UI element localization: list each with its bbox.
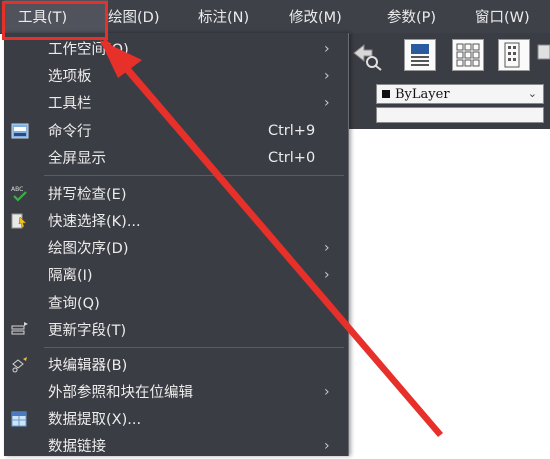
menu-tools[interactable]: 工具(T) (4, 0, 108, 33)
menu-item-data-links[interactable]: 数据链接 › (4, 432, 348, 459)
menu-item-label: 工具栏 (48, 96, 92, 112)
menu-item-label: 命令行 (48, 124, 92, 140)
menu-tools-label: 工具(T) (18, 10, 68, 26)
sheet-set-icon[interactable] (536, 41, 550, 71)
menu-modify-label: 修改(M) (289, 10, 342, 26)
menu-item-shortcut: Ctrl+9 (268, 122, 316, 139)
menu-item-isolate[interactable]: 隔离(I) › (4, 261, 348, 288)
linetype-field[interactable] (376, 107, 544, 123)
layer-value: ByLayer (395, 86, 450, 102)
menu-separator (44, 175, 344, 176)
chevron-right-icon: › (324, 383, 330, 400)
menu-item-command-line[interactable]: 命令行 Ctrl+9 (4, 117, 348, 144)
menu-item-xref-inplace-edit[interactable]: 外部参照和块在位编辑 › (4, 378, 348, 405)
tools-dropdown: 工作空间(O) › 选项板 › 工具栏 › 命令行 Ctrl+9 全屏显示 Ct… (4, 33, 349, 456)
menu-item-label: 查询(Q) (48, 296, 100, 312)
menu-window[interactable]: 窗口(W) (475, 0, 530, 33)
svg-text:ABC: ABC (11, 186, 23, 193)
menu-item-label: 工作空间(O) (48, 42, 129, 58)
update-fields-icon (10, 320, 30, 340)
block-editor-icon (10, 355, 30, 375)
data-extraction-icon (10, 409, 30, 429)
quick-select-icon (10, 211, 30, 231)
color-swatch-icon (382, 90, 390, 98)
menu-item-label: 绘图次序(D) (48, 241, 129, 257)
menu-item-label: 快速选择(K)... (48, 214, 141, 230)
design-center-icon[interactable] (452, 39, 484, 71)
menu-draw-label: 绘图(D) (108, 10, 160, 26)
menu-dimension-label: 标注(N) (198, 10, 250, 26)
chevron-right-icon: › (324, 94, 330, 111)
chevron-right-icon: › (324, 294, 330, 311)
layer-dropdown[interactable]: ByLayer ⌄ (376, 84, 544, 104)
menu-item-label: 数据提取(X)... (48, 412, 142, 428)
chevron-right-icon: › (324, 437, 330, 454)
menu-item-toolbars[interactable]: 工具栏 › (4, 89, 348, 116)
command-line-icon (10, 121, 30, 141)
menu-item-data-extraction[interactable]: 数据提取(X)... (4, 405, 348, 432)
menu-item-block-editor[interactable]: 块编辑器(B) (4, 351, 348, 378)
menu-bar: 工具(T) 绘图(D) 标注(N) 修改(M) 参数(P) 窗口(W) (0, 0, 550, 34)
menu-item-label: 拼写检查(E) (48, 187, 127, 203)
menu-separator (44, 347, 344, 348)
menu-parametric-label: 参数(P) (387, 10, 437, 26)
spell-check-icon: ABC (10, 184, 30, 204)
menu-draw[interactable]: 绘图(D) (108, 0, 159, 33)
menu-item-update-fields[interactable]: 更新字段(T) (4, 316, 348, 343)
toolbar (340, 33, 550, 80)
menu-item-label: 外部参照和块在位编辑 (48, 385, 193, 401)
menu-item-shortcut: Ctrl+0 (268, 149, 316, 166)
menu-parametric[interactable]: 参数(P) (387, 0, 436, 33)
menu-item-inquiry[interactable]: 查询(Q) › (4, 289, 348, 316)
menu-item-palettes[interactable]: 选项板 › (4, 62, 348, 89)
tool-palettes-icon[interactable] (498, 39, 530, 71)
menu-modify[interactable]: 修改(M) (289, 0, 342, 33)
menu-item-label: 数据链接 (48, 439, 106, 455)
menu-item-draw-order[interactable]: 绘图次序(D) › (4, 234, 348, 261)
menu-dimension[interactable]: 标注(N) (198, 0, 249, 33)
menu-item-quick-select[interactable]: 快速选择(K)... (4, 207, 348, 234)
menu-item-label: 隔离(I) (48, 268, 93, 284)
chevron-down-icon: ⌄ (527, 87, 537, 100)
chevron-right-icon: › (324, 239, 330, 256)
menu-item-workspaces[interactable]: 工作空间(O) › (4, 35, 348, 62)
properties-icon[interactable] (404, 39, 436, 71)
chevron-right-icon: › (324, 67, 330, 84)
menu-item-full-screen[interactable]: 全屏显示 Ctrl+0 (4, 144, 348, 171)
match-properties-icon[interactable] (350, 41, 384, 71)
menu-item-label: 选项板 (48, 69, 92, 85)
menu-item-label: 全屏显示 (48, 151, 106, 167)
menu-item-label: 块编辑器(B) (48, 358, 128, 374)
menu-item-label: 更新字段(T) (48, 323, 127, 339)
chevron-right-icon: › (324, 40, 330, 57)
menu-item-spell-check[interactable]: ABC 拼写检查(E) (4, 180, 348, 207)
menu-window-label: 窗口(W) (475, 10, 530, 26)
chevron-right-icon: › (324, 266, 330, 283)
